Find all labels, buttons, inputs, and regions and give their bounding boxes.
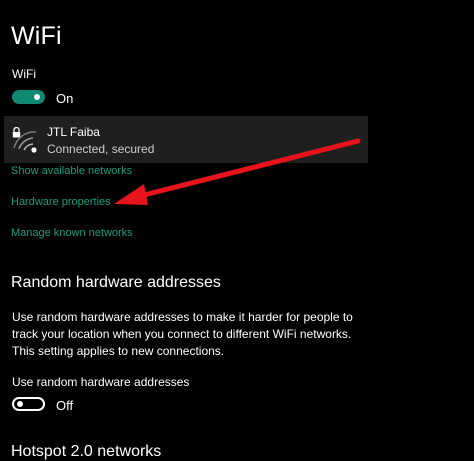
annotation-arrow <box>114 138 361 205</box>
random-hardware-toggle-label: Use random hardware addresses <box>12 375 190 389</box>
toggle-knob <box>17 401 23 407</box>
random-hardware-description: Use random hardware addresses to make it… <box>12 310 353 358</box>
random-hardware-toggle[interactable] <box>12 397 45 411</box>
hotspot-heading: Hotspot 2.0 networks <box>11 443 162 460</box>
random-hardware-toggle-state: Off <box>56 398 74 413</box>
random-hardware-heading: Random hardware addresses <box>11 274 221 291</box>
